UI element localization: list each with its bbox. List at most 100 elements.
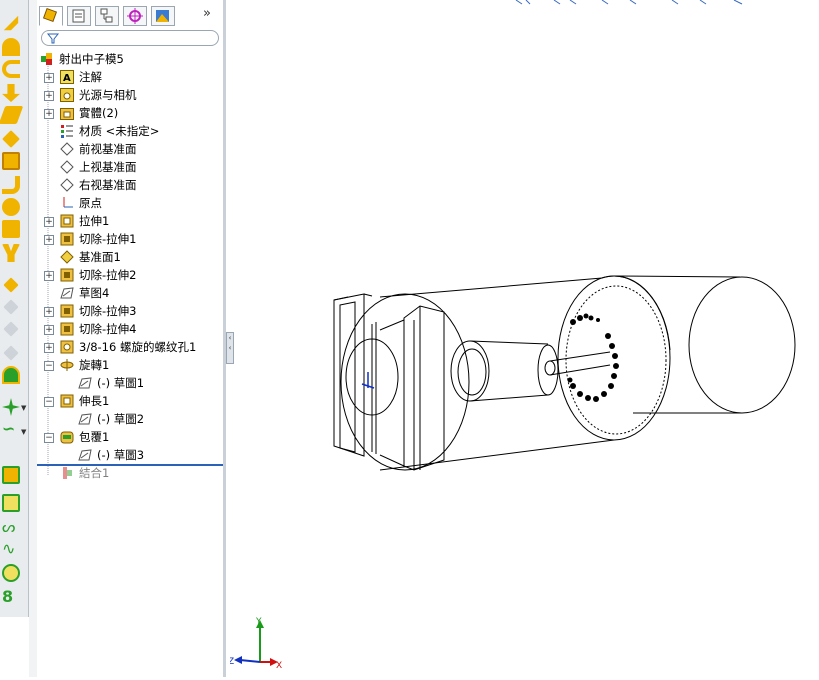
cut-extrude-icon [60,268,74,282]
tab-configurationmanager[interactable] [95,6,119,26]
sketch-icon [78,449,92,461]
triad-z-arrow [234,656,242,664]
tree-item-label: 注解 [79,70,102,84]
tree-item-label: (-) 草圖1 [97,376,145,390]
expand-toggle[interactable]: + [44,343,54,353]
tree-item-label: 旋轉1 [79,358,110,372]
expand-toggle[interactable]: + [44,307,54,317]
extrude-icon [60,394,74,408]
cut-extrude-icon [60,232,74,246]
hole-wizard-tool-icon[interactable] [3,277,19,293]
extruded-boss-icon[interactable] [3,15,19,31]
tree-item-label: 上视基准面 [79,160,137,174]
tree-item-label: 右视基准面 [79,178,137,192]
shell-icon[interactable] [2,198,20,216]
loft-icon[interactable] [2,84,20,102]
features-toolbar: ▼ ∽ ▼ ᔕ ∿ 8 [0,0,29,617]
tree-item-label: 切除-拉伸3 [79,304,137,318]
chevron-down-icon[interactable]: ▼ [21,404,26,412]
tab-dimxpert[interactable] [123,6,147,26]
expand-toggle[interactable]: + [44,91,54,101]
tab-featuremanager[interactable] [39,6,63,26]
triad-y-label: Y [255,617,262,627]
tree-item-label: (-) 草圖3 [97,448,145,462]
helix-icon[interactable]: ∽ [2,420,20,438]
composite-curve-icon[interactable]: ᔕ [2,518,20,536]
filter-icon [46,33,60,44]
curves-icon[interactable] [2,366,20,384]
configurationmanager-icon [100,8,113,23]
tree-item-label: 包覆1 [79,430,110,444]
reference-geometry-icon[interactable] [2,398,20,416]
chamfer-icon[interactable] [2,152,20,170]
toolbar-gutter [29,0,37,677]
triad-z-label: Z [230,657,234,667]
propertymanager-icon [72,9,85,23]
tree-root-label: 射出中子模5 [59,52,124,66]
tree-item-label: 基准面1 [79,250,121,264]
tree-item-label: 光源与相机 [79,88,137,102]
dome-icon[interactable] [2,244,20,262]
tree-item-label: 切除-拉伸2 [79,268,137,282]
display-manager-icon [156,10,169,22]
heads-up-toolbar[interactable] [515,0,743,5]
sketch-curve-icon[interactable]: 8 [2,588,20,606]
split-line-icon[interactable] [2,466,20,484]
fillet-icon[interactable] [2,130,20,148]
cut-extrude-icon [60,304,74,318]
plane-icon [60,178,74,192]
tree-item-label: (-) 草圖2 [97,412,145,426]
tab-display-manager[interactable] [151,6,175,26]
expand-toggle[interactable]: + [44,217,54,227]
revolved-boss-icon[interactable] [2,38,20,56]
part-icon [41,53,52,65]
tree-item-label: 切除-拉伸4 [79,322,137,336]
expand-toggle[interactable]: + [44,271,54,281]
hole-wizard-icon [60,340,74,354]
graphics-area[interactable]: Y Z X [230,0,819,677]
manager-tabs: » [37,4,223,28]
expand-toggle[interactable]: + [44,325,54,335]
expand-toggle[interactable]: − [44,433,54,443]
combine-icon [63,467,72,479]
sketch-icon [78,413,92,425]
axis-triad: Y Z X [230,617,282,671]
sketch-icon [60,287,74,299]
material-icon [61,125,73,138]
helix-spiral-icon[interactable] [2,564,20,582]
projected-curve-icon[interactable] [2,494,20,512]
filter-input[interactable] [41,30,219,46]
linear-pattern-icon[interactable] [3,299,19,315]
swept-boss-icon[interactable] [2,60,20,78]
plane-icon [60,142,74,156]
chevron-down-icon[interactable]: ▼ [21,428,26,436]
tree-item-label: 實體(2) [79,106,119,120]
solid-bodies-folder-icon [60,108,74,120]
model-wireframe [333,0,796,471]
extrude-icon [60,214,74,228]
more-tabs-button[interactable]: » [203,6,211,21]
sketch-icon [78,377,92,389]
tab-propertymanager[interactable] [67,6,91,26]
expand-toggle[interactable]: − [44,397,54,407]
expand-toggle[interactable]: + [44,73,54,83]
circular-pattern-icon[interactable] [3,321,19,337]
tree-item-label: 前视基准面 [79,142,137,156]
tree-item-label: 材质 <未指定> [79,124,160,138]
origin-icon [63,197,73,208]
featuremanager-icon [42,7,58,23]
plane-icon [60,160,74,174]
tree-item-label: 伸長1 [79,394,110,408]
expand-toggle[interactable]: − [44,361,54,371]
triad-x-label: X [276,661,282,671]
draft-icon[interactable] [2,220,20,238]
mirror-icon[interactable] [3,345,19,361]
cut-extrude-tool-icon[interactable] [0,106,24,124]
expand-toggle[interactable]: + [44,109,54,119]
curve-through-points-icon[interactable]: ∿ [2,540,20,558]
expand-toggle[interactable]: + [44,235,54,245]
feature-manager-panel: » 射出中子模5 + A 注解 + 光源与相机 + 實體(2) 材质 <未指定> 前视基准面 上视基… [37,0,224,677]
rib-icon[interactable] [2,176,20,194]
tree-item-label: 草图4 [79,286,110,300]
cut-extrude-icon [60,322,74,336]
